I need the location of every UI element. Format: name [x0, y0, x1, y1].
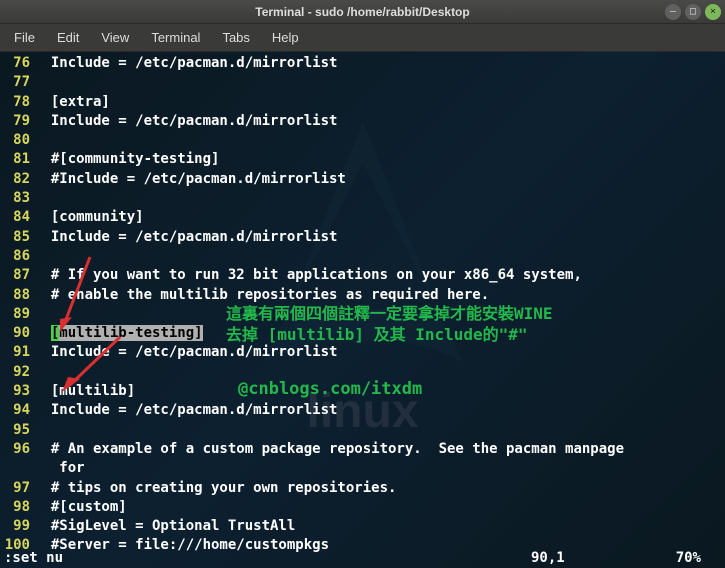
line-content: #SigLevel = Optional TrustAll: [34, 517, 295, 536]
line-number: 79: [0, 112, 34, 131]
line-number: 89: [0, 305, 34, 324]
line-content: #[custom]: [34, 498, 127, 517]
line-number: 98: [0, 498, 34, 517]
line-number: 85: [0, 228, 34, 247]
code-line: 95: [0, 421, 725, 440]
line-number: 84: [0, 208, 34, 227]
line-content: Include = /etc/pacman.d/mirrorlist: [34, 343, 337, 362]
line-number: 86: [0, 247, 34, 266]
line-content: [extra]: [34, 93, 110, 112]
code-line: 98 #[custom]: [0, 498, 725, 517]
line-number: 99: [0, 517, 34, 536]
code-line: 78 [extra]: [0, 93, 725, 112]
line-content: [34, 363, 51, 382]
line-content: Include = /etc/pacman.d/mirrorlist: [34, 228, 337, 247]
line-number: 92: [0, 363, 34, 382]
code-line: 84 [community]: [0, 208, 725, 227]
code-line: 83: [0, 189, 725, 208]
line-number: 94: [0, 401, 34, 420]
code-line: 94 Include = /etc/pacman.d/mirrorlist: [0, 401, 725, 420]
line-number: 87: [0, 266, 34, 285]
code-line: 85 Include = /etc/pacman.d/mirrorlist: [0, 228, 725, 247]
line-number: 90: [0, 324, 34, 343]
line-content: # enable the multilib repositories as re…: [34, 286, 489, 305]
line-number: 96: [0, 440, 34, 459]
line-content: # If you want to run 32 bit applications…: [34, 266, 582, 285]
code-line: 90 [multilib-testing]: [0, 324, 725, 343]
code-line: 87 # If you want to run 32 bit applicati…: [0, 266, 725, 285]
menu-help[interactable]: Help: [262, 26, 309, 49]
window-title: Terminal - sudo /home/rabbit/Desktop: [255, 5, 469, 19]
code-line: 79 Include = /etc/pacman.d/mirrorlist: [0, 112, 725, 131]
line-content: [34, 73, 51, 92]
line-content: Include = /etc/pacman.d/mirrorlist: [34, 112, 337, 131]
code-line: 96 # An example of a custom package repo…: [0, 440, 725, 459]
line-content: #[community-testing]: [34, 150, 219, 169]
vim-command: :set nu: [4, 549, 531, 568]
line-content: [34, 421, 51, 440]
code-content: 76 Include = /etc/pacman.d/mirrorlist77 …: [0, 52, 725, 556]
line-content: Include = /etc/pacman.d/mirrorlist: [34, 54, 337, 73]
menu-edit[interactable]: Edit: [47, 26, 89, 49]
line-number: 78: [0, 93, 34, 112]
code-line: 81 #[community-testing]: [0, 150, 725, 169]
line-number: 83: [0, 189, 34, 208]
code-line-wrap: for: [0, 459, 725, 478]
line-content: [34, 131, 51, 150]
vim-position: 90,1: [531, 549, 661, 568]
window-titlebar: Terminal - sudo /home/rabbit/Desktop – □…: [0, 0, 725, 24]
code-line: 86: [0, 247, 725, 266]
line-number: 76: [0, 54, 34, 73]
line-number: 97: [0, 479, 34, 498]
line-number: 80: [0, 131, 34, 150]
menu-tabs[interactable]: Tabs: [212, 26, 259, 49]
code-line: 97 # tips on creating your own repositor…: [0, 479, 725, 498]
code-line: 92: [0, 363, 725, 382]
menubar: File Edit View Terminal Tabs Help: [0, 24, 725, 52]
code-line: 89: [0, 305, 725, 324]
menu-view[interactable]: View: [91, 26, 139, 49]
code-line: 76 Include = /etc/pacman.d/mirrorlist: [0, 54, 725, 73]
code-line: 82 #Include = /etc/pacman.d/mirrorlist: [0, 170, 725, 189]
vim-statusline: :set nu 90,1 70%: [0, 549, 725, 568]
close-button[interactable]: ×: [705, 4, 721, 20]
line-number: 95: [0, 421, 34, 440]
line-content: [34, 189, 51, 208]
line-number: 82: [0, 170, 34, 189]
code-line: 91 Include = /etc/pacman.d/mirrorlist: [0, 343, 725, 362]
window-controls: – □ ×: [665, 4, 721, 20]
menu-file[interactable]: File: [4, 26, 45, 49]
menu-terminal[interactable]: Terminal: [141, 26, 210, 49]
line-number: 93: [0, 382, 34, 401]
vim-percent: 70%: [661, 549, 721, 568]
line-content: Include = /etc/pacman.d/mirrorlist: [34, 401, 337, 420]
line-content: [multilib]: [34, 382, 135, 401]
line-content: # tips on creating your own repositories…: [34, 479, 396, 498]
minimize-button[interactable]: –: [665, 4, 681, 20]
code-line: 93 [multilib]: [0, 382, 725, 401]
terminal-area[interactable]: linux 76 Include = /etc/pacman.d/mirrorl…: [0, 52, 725, 568]
line-content: [34, 305, 51, 324]
code-line: 77: [0, 73, 725, 92]
line-content: [community]: [34, 208, 144, 227]
line-number: 81: [0, 150, 34, 169]
code-line: 88 # enable the multilib repositories as…: [0, 286, 725, 305]
line-number: 91: [0, 343, 34, 362]
code-line: 80: [0, 131, 725, 150]
line-content: [34, 247, 51, 266]
line-number: 77: [0, 73, 34, 92]
maximize-button[interactable]: □: [685, 4, 701, 20]
line-content: #Include = /etc/pacman.d/mirrorlist: [34, 170, 346, 189]
line-number: 88: [0, 286, 34, 305]
code-line: 99 #SigLevel = Optional TrustAll: [0, 517, 725, 536]
line-content: # An example of a custom package reposit…: [34, 440, 624, 459]
line-content: [multilib-testing]: [34, 324, 203, 343]
